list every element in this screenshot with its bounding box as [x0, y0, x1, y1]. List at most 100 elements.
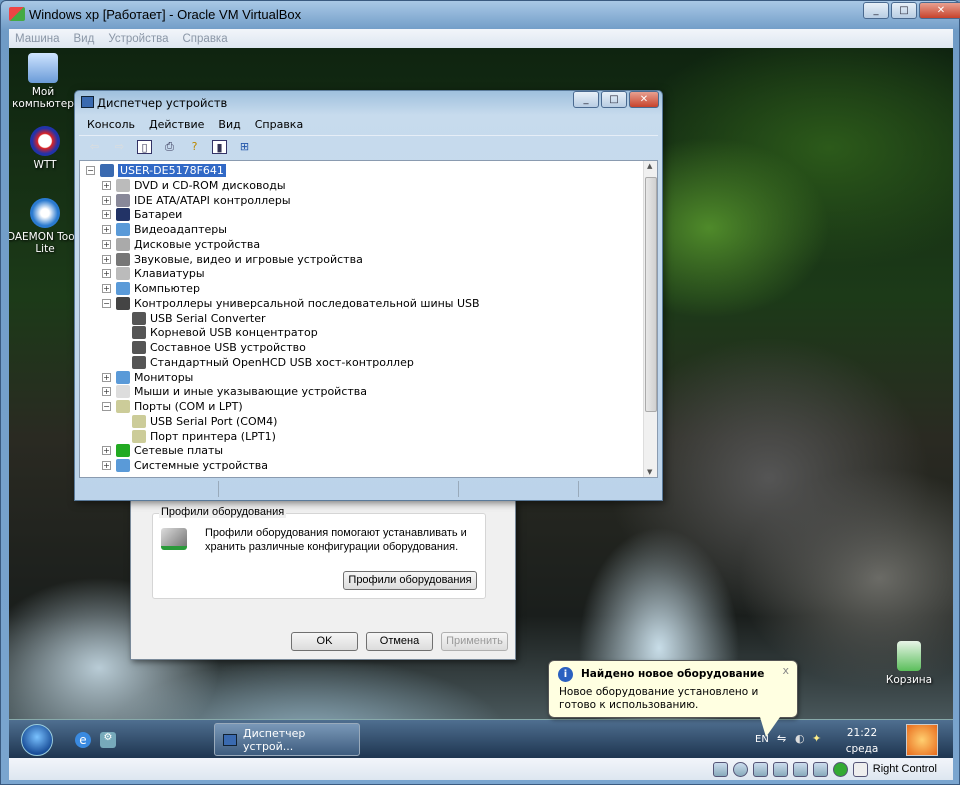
balloon-close-button[interactable]: x	[782, 664, 789, 677]
ok-button[interactable]: OK	[291, 632, 358, 651]
tree-item[interactable]: + DVD и CD-ROM дисководы	[102, 178, 286, 193]
menu-machine[interactable]: Машина	[15, 33, 60, 45]
maximize-button[interactable]: □	[601, 91, 627, 108]
back-icon[interactable]: ⇦	[87, 140, 102, 154]
tree-child-item[interactable]: Составное USB устройство	[132, 340, 306, 355]
ie-icon[interactable]: e	[75, 732, 91, 748]
tree-item[interactable]: + Компьютер	[102, 281, 200, 296]
expand-icon[interactable]: +	[102, 210, 111, 220]
expand-icon[interactable]: +	[102, 254, 111, 264]
help-icon[interactable]: ?	[187, 140, 202, 154]
notification-balloon[interactable]: i x Найдено новое оборудование Новое обо…	[548, 660, 798, 718]
device-category-icon	[116, 400, 130, 413]
tree-item[interactable]: + Мониторы	[102, 370, 193, 385]
menu-help[interactable]: Справка	[183, 33, 228, 45]
scroll-up-icon[interactable]: ▲	[647, 162, 652, 170]
tree-item-label: Компьютер	[134, 282, 200, 295]
sound-tray-icon[interactable]: ◐	[795, 732, 805, 745]
apply-button[interactable]: Применить	[441, 632, 508, 651]
collapse-icon[interactable]: −	[86, 166, 95, 175]
menu-console[interactable]: Консоль	[87, 118, 135, 131]
minimize-button[interactable]: _	[573, 91, 599, 108]
print-icon[interactable]: ⎙	[162, 140, 177, 154]
cancel-button[interactable]: Отмена	[366, 632, 433, 651]
port-device-icon	[132, 414, 146, 428]
quicklaunch-icon[interactable]: ⚙	[100, 732, 116, 748]
expand-icon[interactable]: +	[102, 269, 111, 279]
tree-item[interactable]: + Клавиатуры	[102, 266, 205, 281]
icon-label: Корзина	[885, 674, 933, 686]
expand-icon[interactable]: +	[102, 180, 111, 190]
expand-icon[interactable]: +	[102, 225, 111, 234]
menu-help[interactable]: Справка	[255, 118, 303, 131]
mouse-integration-icon[interactable]	[832, 761, 848, 777]
vertical-scrollbar[interactable]: ▲ ▼	[643, 161, 657, 477]
tree-child-item[interactable]: Порт принтера (LPT1)	[132, 429, 276, 444]
tree-item[interactable]: + IDE ATA/ATAPI контроллеры	[102, 193, 291, 208]
expand-icon[interactable]: +	[102, 461, 111, 470]
tree-item[interactable]: + Дисковые устройства	[102, 237, 260, 252]
tree-child-label: Стандартный OpenHCD USB хост-контроллер	[150, 355, 414, 369]
close-button[interactable]: ✕	[629, 91, 659, 108]
scroll-down-icon[interactable]: ▼	[647, 468, 652, 476]
tree-item[interactable]: + Сетевые платы	[102, 443, 223, 458]
tree-child-item[interactable]: USB Serial Port (COM4)	[132, 414, 277, 429]
shared-folders-icon[interactable]	[792, 761, 808, 777]
tree-root[interactable]: − USER-DE5178F641	[86, 163, 226, 178]
video-capture-icon[interactable]	[812, 761, 828, 777]
taskbar-button-device-manager[interactable]: Диспетчер устрой...	[214, 723, 360, 756]
show-action-pane-icon[interactable]: ▮	[212, 139, 227, 154]
hardware-profiles-button[interactable]: Профили оборудования	[343, 571, 477, 590]
menu-action[interactable]: Действие	[149, 118, 204, 131]
device-category-icon	[116, 370, 130, 384]
scrollbar-thumb[interactable]	[645, 177, 657, 412]
close-button[interactable]: ✕	[919, 2, 960, 19]
scan-hardware-icon[interactable]: ⊞	[237, 140, 252, 154]
menu-view[interactable]: Вид	[218, 118, 240, 131]
menu-devices[interactable]: Устройства	[108, 33, 168, 45]
tree-item[interactable]: − Контроллеры универсальной последователь…	[102, 296, 480, 311]
expand-icon[interactable]: +	[102, 284, 111, 293]
tree-item[interactable]: − Порты (COM и LPT)	[102, 399, 243, 414]
tree-item-label: Сетевые платы	[134, 444, 224, 458]
expand-icon[interactable]: +	[102, 239, 111, 249]
desktop-icon-my-computer[interactable]: Мой компьютер	[9, 53, 83, 110]
collapse-icon[interactable]: −	[102, 402, 111, 411]
tree-child-label: USB Serial Converter	[150, 311, 266, 325]
expand-icon[interactable]: +	[102, 446, 111, 456]
start-button[interactable]	[21, 724, 53, 756]
device-category-icon	[116, 385, 130, 399]
tree-child-item[interactable]: USB Serial Converter	[132, 311, 265, 326]
minimize-button[interactable]: _	[863, 2, 889, 19]
expand-icon[interactable]: +	[102, 372, 111, 382]
hard-disk-icon[interactable]	[712, 761, 728, 777]
tree-item[interactable]: + Звуковые, видео и игровые устройства	[102, 252, 363, 267]
usb-device-icon	[132, 355, 146, 369]
menu-view[interactable]: Вид	[74, 33, 95, 45]
tree-child-item[interactable]: Стандартный OpenHCD USB хост-контроллер	[132, 355, 414, 370]
usb-icon[interactable]	[752, 761, 768, 777]
host-key-icon	[852, 761, 868, 777]
tree-item-label: Звуковые, видео и игровые устройства	[134, 252, 363, 266]
device-category-icon	[116, 459, 130, 472]
device-tree[interactable]: − USER-DE5178F641 + DVD и CD-ROM дисководы +…	[79, 160, 658, 478]
clock[interactable]: 21:22 среда	[837, 725, 887, 757]
network-icon[interactable]	[772, 761, 788, 777]
window-title: Диспетчер устройств	[97, 96, 228, 110]
new-hardware-tray-icon[interactable]: ✦	[812, 732, 821, 745]
port-device-icon	[132, 429, 146, 443]
maximize-button[interactable]: □	[891, 2, 917, 19]
collapse-icon[interactable]: −	[102, 298, 111, 308]
tree-item[interactable]: + Мыши и иные указывающие устройства	[102, 384, 367, 399]
tree-item-label: Мониторы	[134, 370, 194, 384]
forward-icon[interactable]: ⇨	[112, 140, 127, 154]
tree-child-item[interactable]: Корневой USB концентратор	[132, 325, 318, 340]
show-hide-tree-icon[interactable]: ▯	[137, 139, 152, 154]
tree-item[interactable]: + Видеоадаптеры	[102, 222, 227, 237]
tree-item[interactable]: + Системные устройства	[102, 458, 268, 473]
desktop-icon-recycle-bin[interactable]: Корзина	[869, 641, 949, 686]
expand-icon[interactable]: +	[102, 195, 111, 205]
tree-item[interactable]: + Батареи	[102, 207, 182, 222]
expand-icon[interactable]: +	[102, 387, 111, 397]
optical-drive-icon[interactable]	[732, 761, 748, 777]
